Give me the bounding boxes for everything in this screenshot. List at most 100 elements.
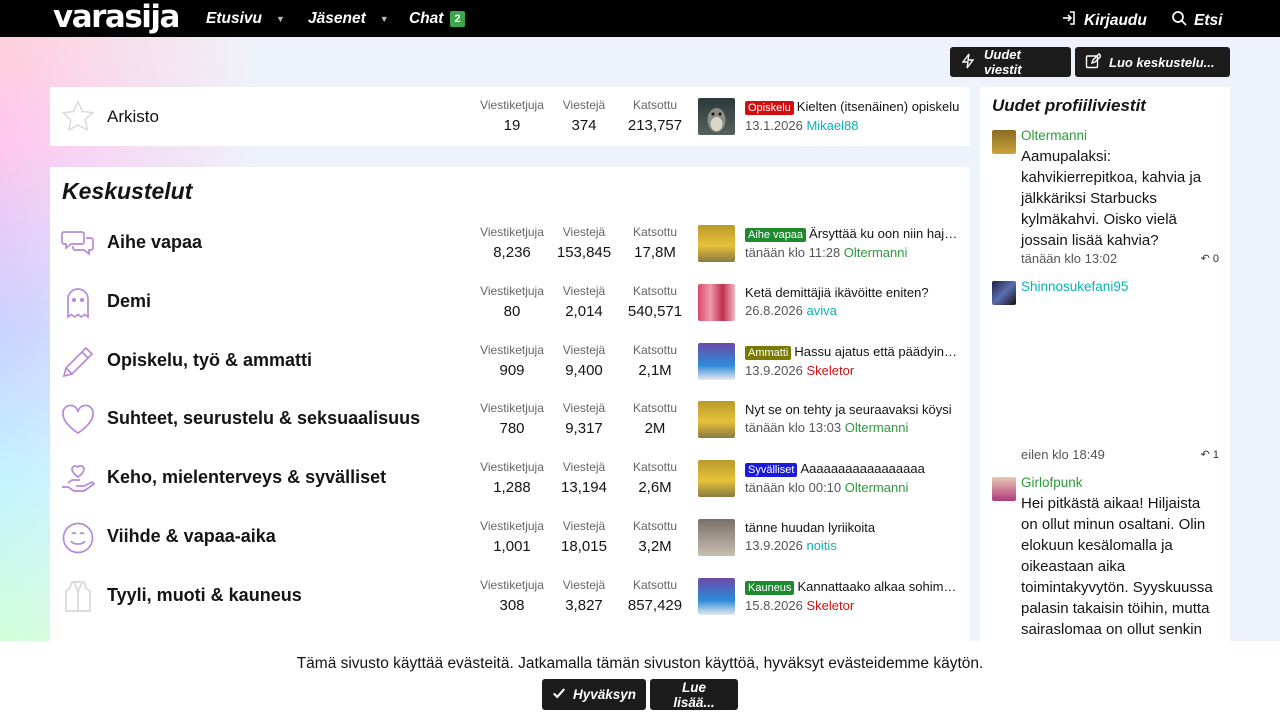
create-thread-button[interactable]: Luo keskustelu... bbox=[1075, 47, 1230, 77]
latest-user[interactable]: Skeletor bbox=[806, 363, 854, 378]
stat-label: Viestiketjuja bbox=[480, 519, 544, 533]
accept-label: Hyväksyn bbox=[573, 687, 637, 702]
new-posts-label: Uudet viestit bbox=[984, 47, 1022, 77]
forum-title[interactable]: Keho, mielenterveys & syvälliset bbox=[107, 467, 386, 488]
stat-value: 374 bbox=[571, 117, 597, 134]
stat-label: Viestiketjuja bbox=[480, 401, 544, 416]
archive-title[interactable]: Arkisto bbox=[107, 107, 159, 127]
forum-title[interactable]: Viihde & vapaa-aika bbox=[107, 526, 276, 547]
profile-post-user[interactable]: Girlofpunk bbox=[1021, 475, 1083, 490]
cookie-banner: Tämä sivusto käyttää evästeitä. Jatkamal… bbox=[0, 641, 1280, 720]
stat-value: 780 bbox=[499, 420, 525, 438]
threads-stat: Viestiketjuja 8,236 bbox=[472, 225, 552, 262]
search-icon bbox=[1171, 10, 1187, 31]
avatar[interactable] bbox=[698, 519, 735, 556]
nav-chat-label: Chat bbox=[409, 10, 444, 27]
accept-cookies-button[interactable]: Hyväksyn bbox=[542, 679, 646, 710]
profile-post-user[interactable]: Oltermanni bbox=[1021, 128, 1087, 143]
threads-stat: Viestiketjuja 1,288 bbox=[472, 460, 552, 497]
avatar[interactable] bbox=[992, 477, 1016, 501]
views-stat: Katsottu 540,571 bbox=[615, 284, 695, 321]
stat-value: 1,288 bbox=[493, 479, 531, 497]
latest-thread-link[interactable]: Kauneus Kannattaako alkaa sohimaan bbox=[745, 578, 960, 597]
stat-label: Katsottu bbox=[632, 577, 678, 592]
thread-tag: Opiskelu bbox=[745, 101, 794, 115]
nav-home[interactable]: Etusivu ▼ bbox=[206, 10, 285, 28]
stat-value: 2,014 bbox=[565, 302, 603, 320]
reply-button[interactable]: ↶ 0 bbox=[1201, 252, 1219, 266]
stat-value: 18,015 bbox=[561, 538, 607, 555]
site-logo[interactable]: varasija bbox=[53, 1, 180, 33]
forum-title[interactable]: Aihe vapaa bbox=[107, 232, 202, 253]
threads-stat: Viestiketjuja 909 bbox=[472, 343, 552, 380]
stat-label: Viestiketjuja bbox=[480, 577, 544, 592]
stat-label: Katsottu bbox=[632, 283, 678, 298]
reply-button[interactable]: ↶ 1 bbox=[1201, 448, 1219, 462]
latest-user[interactable]: Skeletor bbox=[806, 598, 854, 613]
forum-row: Keho, mielenterveys & syvälliset Viestik… bbox=[50, 449, 970, 507]
latest-user[interactable]: Mikael88 bbox=[806, 118, 858, 133]
latest-user[interactable]: Oltermanni bbox=[844, 245, 908, 260]
nav-members[interactable]: Jäsenet ▼ bbox=[308, 10, 389, 28]
archive-threads-stat: Viestiketjuja 19 bbox=[472, 98, 552, 135]
top-navigation: varasija Etusivu ▼ Jäsenet ▼ Chat 2 Kirj… bbox=[0, 0, 1280, 37]
avatar[interactable] bbox=[698, 577, 735, 615]
latest-thread-link[interactable]: tänne huudan lyriikoita bbox=[745, 519, 960, 537]
stat-value: 19 bbox=[503, 117, 521, 134]
avatar[interactable] bbox=[698, 283, 735, 321]
latest-meta: 13.9.2026 Skeletor bbox=[745, 362, 960, 380]
avatar[interactable] bbox=[992, 281, 1016, 305]
avatar[interactable] bbox=[698, 401, 735, 439]
latest-user[interactable]: noitis bbox=[806, 538, 836, 553]
profile-post-time: tänään klo 13:02 bbox=[1021, 251, 1118, 266]
latest-thread-link[interactable]: Nyt se on tehty ja seuraavaksi köysi bbox=[745, 401, 960, 419]
stat-label: Katsottu bbox=[632, 519, 678, 533]
latest-date: 26.8.2026 bbox=[745, 302, 803, 318]
latest-post: Ketä demittäjiä ikävöitte eniten? 26.8.2… bbox=[745, 284, 960, 320]
forum-title[interactable]: Suhteet, seurustelu & seksuaalisuus bbox=[107, 408, 420, 429]
latest-thread-title: Ketä demittäjiä ikävöitte eniten? bbox=[745, 284, 929, 300]
latest-thread-link[interactable]: AmmattiHassu ajatus että päädyin tänne bbox=[745, 343, 960, 362]
latest-meta: tänään klo 13:03 Oltermanni bbox=[745, 419, 960, 437]
latest-meta: tänään klo 11:28 Oltermanni bbox=[745, 244, 960, 262]
posts-stat: Viestejä 13,194 bbox=[544, 460, 624, 497]
discussions-panel: Keskustelut Aihe vapaa Viestiketjuja 8,2… bbox=[50, 167, 970, 641]
latest-thread-link[interactable]: Ketä demittäjiä ikävöitte eniten? bbox=[745, 284, 960, 302]
forum-title[interactable]: Opiskelu, työ & ammatti bbox=[107, 350, 312, 371]
posts-stat: Viestejä 9,317 bbox=[544, 401, 624, 438]
latest-thread-link[interactable]: Syvälliset Aaaaaaaaaaaaaaaaa bbox=[745, 460, 960, 479]
search-link[interactable]: Etsi bbox=[1171, 10, 1222, 31]
forum-title[interactable]: Demi bbox=[107, 291, 151, 312]
archive-posts-stat: Viestejä 374 bbox=[544, 98, 624, 135]
stat-label: Viestejä bbox=[562, 283, 606, 298]
stat-label: Viestiketjuja bbox=[480, 283, 544, 298]
thread-tag: Kauneus bbox=[745, 580, 795, 595]
avatar[interactable] bbox=[698, 225, 735, 262]
latest-user[interactable]: aviva bbox=[806, 303, 836, 318]
reply-count: 1 bbox=[1212, 448, 1219, 461]
forum-title[interactable]: Tyyli, muoti & kauneus bbox=[107, 585, 302, 606]
latest-user[interactable]: Oltermanni bbox=[845, 420, 909, 435]
latest-thread-link[interactable]: Opiskelu Kielten (itsenäinen) opiskelu bbox=[745, 98, 960, 117]
threads-stat: Viestiketjuja 308 bbox=[472, 578, 552, 615]
avatar[interactable] bbox=[698, 460, 735, 498]
thread-tag: Syvälliset bbox=[745, 463, 798, 478]
latest-date: 15.8.2026 bbox=[745, 597, 803, 613]
chevron-down-icon[interactable]: ▼ bbox=[380, 10, 389, 28]
stat-value: 857,429 bbox=[627, 596, 683, 614]
avatar[interactable] bbox=[698, 98, 735, 135]
new-posts-button[interactable]: Uudet viestit bbox=[950, 47, 1071, 77]
avatar[interactable] bbox=[992, 130, 1016, 154]
stat-value: 9,317 bbox=[565, 420, 603, 438]
avatar[interactable] bbox=[698, 342, 735, 380]
read-more-button[interactable]: Lue lisää... bbox=[650, 679, 738, 710]
latest-user[interactable]: Oltermanni bbox=[845, 480, 909, 495]
chevron-down-icon[interactable]: ▼ bbox=[276, 10, 285, 28]
latest-thread-link[interactable]: Aihe vapaaÄrsyttää ku oon niin hajamieli… bbox=[745, 225, 960, 244]
profile-post-user[interactable]: Shinnosukefani95 bbox=[1021, 279, 1128, 294]
login-link[interactable]: Kirjaudu bbox=[1061, 10, 1147, 31]
latest-thread-title: tänne huudan lyriikoita bbox=[745, 520, 876, 535]
nav-chat[interactable]: Chat 2 bbox=[409, 10, 465, 28]
sidebar-title: Uudet profiiliviestit bbox=[992, 96, 1146, 115]
latest-meta: 13.9.2026 noitis bbox=[745, 537, 960, 555]
